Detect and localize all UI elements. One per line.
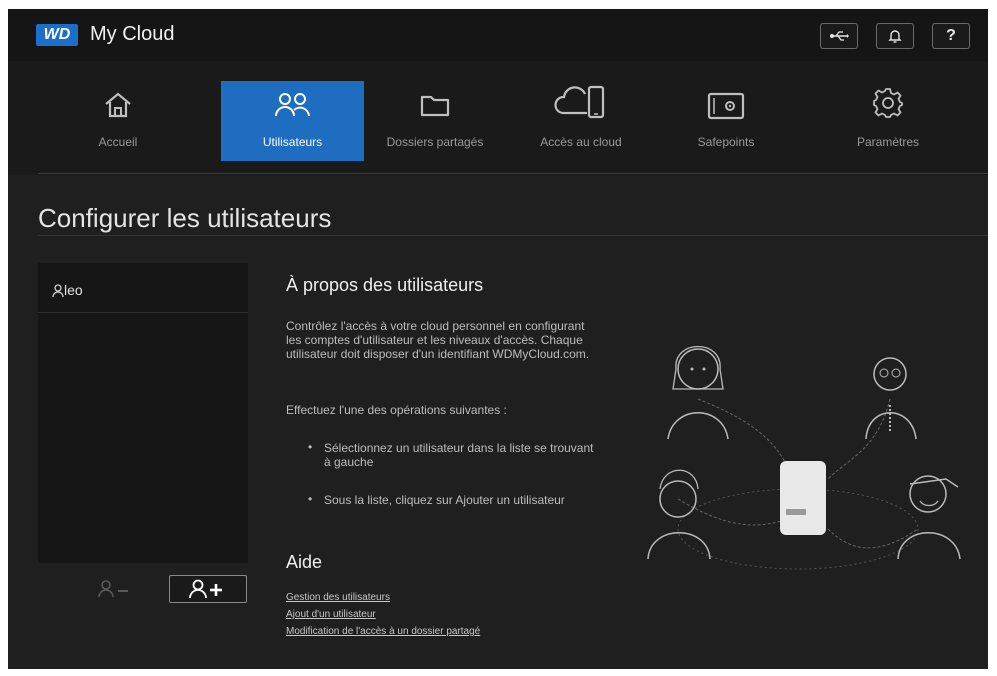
remove-user-icon <box>98 580 128 598</box>
help-title: Aide <box>286 552 323 572</box>
add-user-icon <box>189 579 222 599</box>
usb-button[interactable] <box>820 23 858 49</box>
about-title: À propos des utilisateurs <box>286 275 484 295</box>
bullet-dot: • <box>308 440 313 454</box>
bell-icon <box>888 30 902 43</box>
about-instruction: Effectuez l'une des opérations suivantes… <box>286 403 507 417</box>
bullet-text: Sous la liste, cliquez sur Ajouter un ut… <box>324 493 565 507</box>
safe-icon <box>707 92 745 120</box>
cloud-device-icon <box>554 85 605 119</box>
help-button[interactable]: ? <box>932 23 970 49</box>
users-icon <box>274 93 310 117</box>
user-list[interactable]: leo <box>38 263 248 563</box>
usb-icon <box>830 31 849 41</box>
remove-user-button[interactable] <box>96 579 136 603</box>
users-illustration <box>647 346 961 570</box>
help-link-modification[interactable]: Modification de l'accès à un dossier par… <box>286 626 480 637</box>
list-item[interactable]: leo <box>38 277 248 313</box>
wd-logo[interactable]: WD <box>36 24 78 46</box>
tab-parametres[interactable]: Paramètres <box>823 81 953 161</box>
nav-divider <box>38 173 988 174</box>
bullet-text: Sélectionnez un utilisateur dans la list… <box>324 441 594 469</box>
alerts-button[interactable] <box>876 23 914 49</box>
user-icon <box>52 284 64 298</box>
tab-acces-cloud[interactable]: Accès au cloud <box>516 81 646 161</box>
user-name: leo <box>64 282 83 298</box>
bullet-dot: • <box>308 492 313 506</box>
help-link-gestion[interactable]: Gestion des utilisateurs <box>286 592 390 603</box>
tab-label: Dossiers partagés <box>386 135 484 149</box>
about-intro: Contrôlez l'accès à votre cloud personne… <box>286 319 590 361</box>
page-title: Configurer les utilisateurs <box>38 203 332 233</box>
home-icon <box>105 92 131 118</box>
title-divider <box>38 235 988 236</box>
app-name: My Cloud <box>90 23 175 45</box>
folder-icon <box>420 95 450 117</box>
tab-label: Paramètres <box>856 135 920 149</box>
main-nav: Accueil Utilisateurs Dossiers partagés A… <box>8 61 988 175</box>
tab-label: Safepoints <box>697 135 755 149</box>
add-user-button[interactable] <box>169 575 247 603</box>
tab-dossiers-partages[interactable]: Dossiers partagés <box>370 81 500 161</box>
tab-accueil[interactable]: Accueil <box>48 81 188 161</box>
app-window: WD My Cloud ? Accueil Utilisateurs Dossi… <box>8 9 988 669</box>
top-bar: WD My Cloud ? <box>8 9 988 61</box>
tab-label: Accueil <box>98 135 138 149</box>
tab-safepoints[interactable]: Safepoints <box>661 81 791 161</box>
tab-label: Accès au cloud <box>540 135 622 149</box>
help-link-ajout[interactable]: Ajout d'un utilisateur <box>286 609 376 620</box>
gear-icon <box>873 88 903 118</box>
tab-utilisateurs[interactable]: Utilisateurs <box>221 81 364 161</box>
tab-label: Utilisateurs <box>262 135 323 149</box>
